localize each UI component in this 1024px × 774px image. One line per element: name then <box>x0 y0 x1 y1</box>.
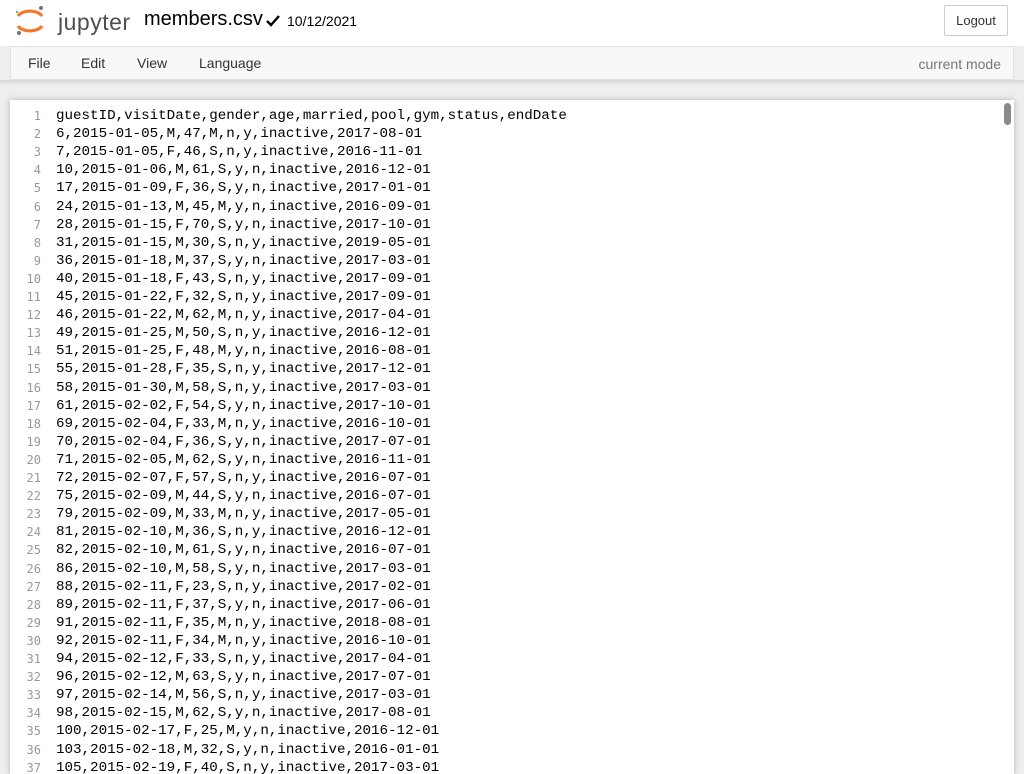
line-number: 2 <box>33 127 41 142</box>
code-line[interactable]: 75,2015-02-09,M,44,S,y,n,inactive,2016-0… <box>56 487 431 505</box>
line-number: 1 <box>33 109 41 123</box>
code-line[interactable]: 24,2015-01-13,M,45,M,y,n,inactive,2016-0… <box>56 198 431 216</box>
menu-view[interactable]: View <box>137 55 167 71</box>
code-line[interactable]: 86,2015-02-10,M,58,S,y,n,inactive,2017-0… <box>56 560 431 578</box>
text-editor[interactable]: 1 2 3 4 5 6 7 8 9 10 11 12 13 14 15 16 17 18 19 20 21 22 23 24 2… <box>10 100 1014 774</box>
code-line[interactable]: 100,2015-02-17,F,25,M,y,n,inactive,2016-… <box>56 722 439 740</box>
code-line[interactable]: 61,2015-02-02,F,54,S,y,n,inactive,2017-1… <box>56 397 431 415</box>
code-line[interactable]: 98,2015-02-15,M,62,S,y,n,inactive,2017-0… <box>56 704 431 722</box>
last-modified-date: 10/12/2021 <box>287 13 358 29</box>
code-line[interactable]: 10,2015-01-06,M,61,S,y,n,inactive,2016-1… <box>56 161 431 179</box>
current-mode-indicator: current mode <box>918 56 1001 72</box>
code-line[interactable]: 91,2015-02-11,F,35,M,n,y,inactive,2018-0… <box>56 614 431 632</box>
code-line[interactable]: 97,2015-02-14,M,56,S,n,y,inactive,2017-0… <box>56 686 431 704</box>
code-line[interactable]: 46,2015-01-22,M,62,M,n,y,inactive,2017-0… <box>56 306 431 324</box>
code-line[interactable]: 92,2015-02-11,F,34,M,n,y,inactive,2016-1… <box>56 632 431 650</box>
line-number: 19 <box>26 434 41 449</box>
logo-text: jupyter <box>58 9 131 35</box>
code-line[interactable]: 82,2015-02-10,M,61,S,y,n,inactive,2016-0… <box>56 541 431 559</box>
code-line[interactable]: 88,2015-02-11,F,23,S,n,y,inactive,2017-0… <box>56 578 431 596</box>
line-number: 30 <box>26 633 41 648</box>
header-shadow <box>0 80 1024 86</box>
line-number: 32 <box>26 670 41 685</box>
line-number-gutter: 1 2 3 4 5 6 7 8 9 10 11 12 13 14 15 16 17 18 19 20 21 22 23 24 2… <box>10 100 50 774</box>
header: jupyter members.csv 10/12/2021 Logout <box>0 0 1024 46</box>
line-number: 29 <box>26 615 41 630</box>
file-name[interactable]: members.csv <box>144 8 263 31</box>
line-number: 15 <box>26 362 41 377</box>
code-line[interactable]: 49,2015-01-25,M,50,S,n,y,inactive,2016-1… <box>56 324 431 342</box>
line-number: 34 <box>26 706 41 721</box>
code-line[interactable]: 40,2015-01-18,F,43,S,n,y,inactive,2017-0… <box>56 270 431 288</box>
line-number: 23 <box>26 507 41 522</box>
line-number: 18 <box>26 416 41 431</box>
line-number: 27 <box>26 579 41 594</box>
code-line[interactable]: 103,2015-02-18,M,32,S,y,n,inactive,2016-… <box>56 741 439 759</box>
code-line[interactable]: 28,2015-01-15,F,70,S,y,n,inactive,2017-1… <box>56 216 431 234</box>
line-number: 5 <box>33 181 41 196</box>
line-number: 21 <box>26 471 41 485</box>
code-line[interactable]: 81,2015-02-10,M,36,S,n,y,inactive,2016-1… <box>56 523 431 541</box>
code-line[interactable]: 69,2015-02-04,F,33,M,n,y,inactive,2016-1… <box>56 415 431 433</box>
code-line[interactable]: 96,2015-02-12,M,63,S,y,n,inactive,2017-0… <box>56 668 431 686</box>
line-number: 20 <box>26 452 41 467</box>
menu-edit[interactable]: Edit <box>81 55 105 71</box>
menubar: File Edit View Language current mode <box>10 46 1014 80</box>
code-line[interactable]: 55,2015-01-28,F,35,S,n,y,inactive,2017-1… <box>56 360 431 378</box>
line-number: 31 <box>26 652 41 666</box>
line-number: 25 <box>26 543 41 558</box>
line-number: 11 <box>26 290 41 304</box>
line-number: 17 <box>26 398 41 413</box>
scrollbar[interactable] <box>1004 103 1011 125</box>
code-line[interactable]: 58,2015-01-30,M,58,S,n,y,inactive,2017-0… <box>56 379 431 397</box>
jupyter-logo-icon <box>15 6 44 35</box>
line-number: 28 <box>26 597 41 612</box>
line-number: 26 <box>26 561 41 576</box>
code-line[interactable]: 72,2015-02-07,F,57,S,n,y,inactive,2016-0… <box>56 469 431 487</box>
line-number: 9 <box>33 253 41 268</box>
code-line[interactable]: 71,2015-02-05,M,62,S,y,n,inactive,2016-1… <box>56 451 431 469</box>
code-line[interactable]: 79,2015-02-09,M,33,M,n,y,inactive,2017-0… <box>56 505 431 523</box>
code-line[interactable]: 51,2015-01-25,F,48,M,y,n,inactive,2016-0… <box>56 342 431 360</box>
code-line[interactable]: 31,2015-01-15,M,30,S,n,y,inactive,2019-0… <box>56 234 431 252</box>
checkmark-icon <box>266 15 280 27</box>
line-number: 16 <box>26 380 41 395</box>
code-line[interactable]: 89,2015-02-11,F,37,S,y,n,inactive,2017-0… <box>56 596 431 614</box>
line-number: 13 <box>26 326 41 341</box>
menu-file[interactable]: File <box>28 55 51 71</box>
line-number: 24 <box>26 525 41 540</box>
code-line[interactable]: 45,2015-01-22,F,32,S,n,y,inactive,2017-0… <box>56 288 431 306</box>
code-line[interactable]: 70,2015-02-04,F,36,S,y,n,inactive,2017-0… <box>56 433 431 451</box>
line-number: 7 <box>33 217 41 232</box>
line-number: 22 <box>26 489 41 504</box>
line-number: 3 <box>33 145 41 160</box>
code-line[interactable]: 105,2015-02-19,F,40,S,n,y,inactive,2017-… <box>56 759 439 774</box>
code-line[interactable]: 94,2015-02-12,F,33,S,n,y,inactive,2017-0… <box>56 650 431 668</box>
logout-button[interactable]: Logout <box>944 5 1008 36</box>
line-number: 8 <box>33 235 41 250</box>
jupyter-logo[interactable]: jupyter <box>14 5 132 37</box>
code-line[interactable]: 7,2015-01-05,F,46,S,n,y,inactive,2016-11… <box>56 143 422 161</box>
line-number: 36 <box>26 742 41 757</box>
menu-language[interactable]: Language <box>199 55 261 71</box>
line-number: 12 <box>26 308 41 323</box>
line-number: 33 <box>26 688 41 703</box>
code-line[interactable]: guestID,visitDate,gender,age,married,poo… <box>56 107 567 125</box>
line-number: 35 <box>26 724 41 739</box>
code-line[interactable]: 36,2015-01-18,M,37,S,y,n,inactive,2017-0… <box>56 252 431 270</box>
line-number: 10 <box>26 271 41 286</box>
line-number: 4 <box>33 163 41 178</box>
line-number: 37 <box>26 760 41 774</box>
code-line[interactable]: 17,2015-01-09,F,36,S,y,n,inactive,2017-0… <box>56 179 431 197</box>
line-number: 6 <box>33 199 41 214</box>
line-number: 14 <box>26 344 41 359</box>
code-line[interactable]: 6,2015-01-05,M,47,M,n,y,inactive,2017-08… <box>56 125 422 143</box>
